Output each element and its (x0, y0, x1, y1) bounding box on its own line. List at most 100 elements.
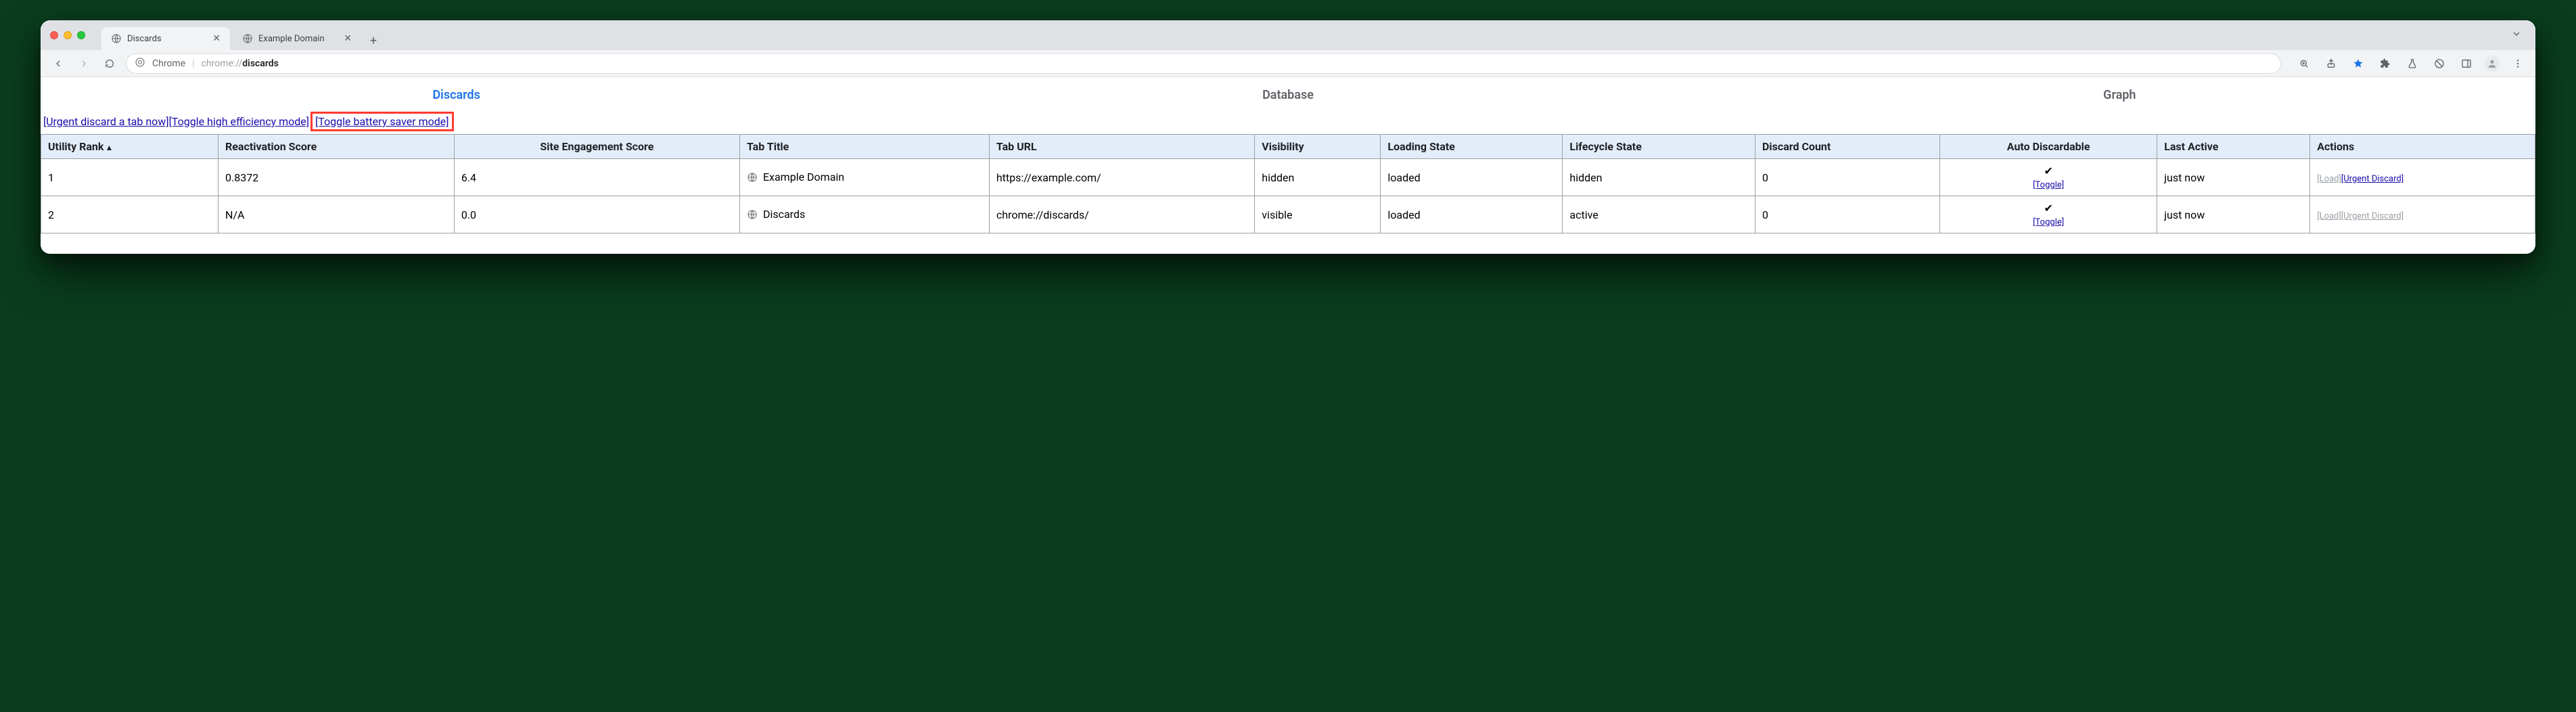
window-titlebar: Discards ✕ Example Domain ✕ + (41, 20, 2535, 50)
url-bold: discards (242, 58, 279, 69)
cell-reactivation: N/A (218, 196, 455, 233)
cell-discard-count: 0 (1755, 196, 1940, 233)
browser-tab-discards[interactable]: Discards ✕ (101, 27, 230, 50)
cell-engagement: 6.4 (454, 159, 739, 196)
cell-title: Discards (739, 196, 989, 233)
toggle-high-efficiency-link[interactable]: [Toggle high efficiency mode] (169, 115, 309, 128)
col-engagement-score[interactable]: Site Engagement Score (454, 135, 739, 159)
profile-avatar[interactable] (2484, 55, 2500, 72)
urgent-discard-link[interactable]: [Urgent discard a tab now] (43, 115, 169, 128)
check-icon: ✔ (1947, 202, 2150, 215)
cell-last-active: just now (2157, 196, 2310, 233)
menu-icon[interactable] (2508, 54, 2527, 73)
col-tab-title[interactable]: Tab Title (739, 135, 989, 159)
toggle-auto-discardable-link[interactable]: [Toggle] (2033, 217, 2064, 227)
chrome-icon (135, 57, 145, 70)
cell-last-active: just now (2157, 159, 2310, 196)
urgent-discard-link: [Urgent Discard] (2341, 211, 2404, 221)
toolbar-right-icons (2295, 54, 2527, 73)
cell-engagement: 0.0 (454, 196, 739, 233)
close-tab-icon[interactable]: ✕ (212, 33, 221, 44)
cell-url: https://example.com/ (989, 159, 1254, 196)
col-reactivation-score[interactable]: Reactivation Score (218, 135, 455, 159)
cell-rank: 1 (41, 159, 218, 196)
col-last-active[interactable]: Last Active (2157, 135, 2310, 159)
cell-loading: loaded (1381, 196, 1563, 233)
sub-tabs: Discards Database Graph (41, 77, 2535, 112)
forward-button[interactable] (74, 54, 93, 73)
maximize-window-button[interactable] (77, 31, 85, 39)
bookmark-star-icon[interactable] (2349, 54, 2368, 73)
cell-reactivation: 0.8372 (218, 159, 455, 196)
cell-lifecycle: hidden (1563, 159, 1755, 196)
address-bar[interactable]: Chrome | chrome://discards (126, 53, 2281, 74)
check-icon: ✔ (1947, 164, 2150, 177)
sort-asc-icon: ▲ (105, 143, 113, 152)
table-row: 10.83726.4 Example Domain https://example.… (41, 159, 2535, 196)
cell-actions: [Load][Urgent Discard] (2310, 196, 2535, 233)
tab-strip: Discards ✕ Example Domain ✕ + (101, 20, 2502, 50)
col-auto-discardable[interactable]: Auto Discardable (1940, 135, 2157, 159)
cell-auto-discardable: ✔ [Toggle] (1940, 196, 2157, 233)
col-tab-url[interactable]: Tab URL (989, 135, 1254, 159)
col-discard-count[interactable]: Discard Count (1755, 135, 1940, 159)
col-loading-state[interactable]: Loading State (1381, 135, 1563, 159)
browser-window: Discards ✕ Example Domain ✕ + (41, 20, 2535, 254)
close-window-button[interactable] (50, 31, 58, 39)
load-link: [Load] (2317, 211, 2341, 221)
table-row: 2N/A0.0 Discards chrome://discards/visible… (41, 196, 2535, 233)
table-body: 10.83726.4 Example Domain https://example.… (41, 159, 2535, 233)
tab-title: Example Domain (258, 34, 325, 44)
col-visibility[interactable]: Visibility (1255, 135, 1381, 159)
tab-title-text: Discards (763, 208, 805, 221)
subtab-graph[interactable]: Graph (1704, 88, 2535, 102)
subtab-database[interactable]: Database (872, 88, 1703, 102)
cell-url: chrome://discards/ (989, 196, 1254, 233)
cell-actions: [Load][Urgent Discard] (2310, 159, 2535, 196)
toggle-battery-saver-link[interactable]: [Toggle battery saver mode] (315, 115, 448, 128)
subtab-discards[interactable]: Discards (41, 88, 872, 102)
url-prefix: Chrome (152, 58, 185, 69)
tab-title-text: Example Domain (763, 171, 844, 183)
cell-rank: 2 (41, 196, 218, 233)
window-controls (50, 31, 85, 39)
stop-icon[interactable] (2430, 54, 2449, 73)
extensions-icon[interactable] (2376, 54, 2395, 73)
load-link: [Load] (2317, 174, 2341, 184)
page-content: Discards Database Graph [Urgent discard … (41, 77, 2535, 254)
action-links-row: [Urgent discard a tab now][Toggle high e… (41, 112, 2535, 134)
chevron-down-icon[interactable] (2507, 28, 2526, 42)
urgent-discard-link[interactable]: [Urgent Discard] (2341, 174, 2404, 184)
browser-toolbar: Chrome | chrome://discards (41, 50, 2535, 77)
share-icon[interactable] (2322, 54, 2341, 73)
highlight-box: [Toggle battery saver mode] (310, 112, 453, 131)
cell-title: Example Domain (739, 159, 989, 196)
sidepanel-icon[interactable] (2457, 54, 2476, 73)
back-button[interactable] (49, 54, 68, 73)
zoom-icon[interactable] (2295, 54, 2314, 73)
col-lifecycle-state[interactable]: Lifecycle State (1563, 135, 1755, 159)
cell-visibility: visible (1255, 196, 1381, 233)
tab-title: Discards (127, 34, 162, 44)
cell-visibility: hidden (1255, 159, 1381, 196)
cell-auto-discardable: ✔ [Toggle] (1940, 159, 2157, 196)
toggle-auto-discardable-link[interactable]: [Toggle] (2033, 180, 2064, 190)
globe-icon (111, 33, 122, 44)
cell-lifecycle: active (1563, 196, 1755, 233)
url-dim: chrome:// (202, 58, 243, 69)
discards-table: Utility Rank▲ Reactivation Score Site En… (41, 134, 2535, 233)
flask-icon[interactable] (2403, 54, 2422, 73)
table-header-row: Utility Rank▲ Reactivation Score Site En… (41, 135, 2535, 159)
browser-tab-example[interactable]: Example Domain ✕ (233, 27, 361, 50)
globe-icon (242, 33, 253, 44)
new-tab-button[interactable]: + (364, 31, 383, 50)
col-utility-rank[interactable]: Utility Rank▲ (41, 135, 218, 159)
col-actions[interactable]: Actions (2310, 135, 2535, 159)
minimize-window-button[interactable] (64, 31, 72, 39)
cell-discard-count: 0 (1755, 159, 1940, 196)
close-tab-icon[interactable]: ✕ (344, 33, 352, 44)
url-text: chrome://discards (202, 58, 279, 69)
header-label: Utility Rank (48, 140, 104, 153)
globe-icon (747, 172, 759, 184)
reload-button[interactable] (100, 54, 119, 73)
